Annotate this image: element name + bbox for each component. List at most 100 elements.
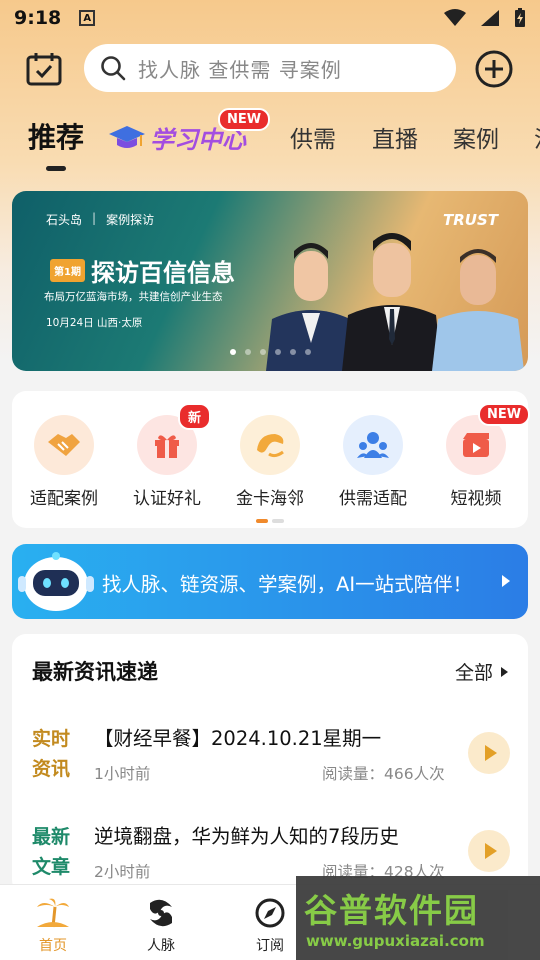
grid-item-short-video[interactable]: 短视频 NEW	[426, 403, 531, 509]
network-icon	[150, 899, 172, 927]
island-home-icon	[37, 898, 69, 928]
banner-dot-1[interactable]	[229, 349, 236, 355]
header-row: 找人脉 查供需 寻案例	[0, 44, 540, 94]
news-section: 最新资讯速递 全部 实时 资讯 【财经早餐】2024.10.21星期一 1小时前…	[12, 634, 528, 894]
banner-logo-left: 石头岛	[46, 213, 83, 227]
signal-icon	[481, 10, 499, 26]
play-icon	[485, 745, 497, 761]
grid-item-label: 短视频	[450, 489, 502, 509]
tab-live[interactable]: 直播	[372, 120, 418, 154]
ai-assistant-banner[interactable]: 找人脉、链资源、学案例，AI一站式陪伴！	[12, 544, 528, 619]
ai-banner-text: 找人脉、链资源、学案例，AI一站式陪伴！	[102, 573, 473, 596]
news-tag-line2: 资讯	[31, 758, 70, 780]
grid-item-gold-card[interactable]: 金卡海邻	[220, 415, 320, 509]
handshake-icon	[48, 434, 80, 456]
nav-network-label: 人脉	[147, 938, 175, 954]
nav-subscribe-label: 订阅	[256, 938, 284, 954]
news-tag-line1: 最新	[31, 826, 70, 848]
news-title: 逆境翻盘，华为鲜为人知的7段历史	[94, 825, 399, 848]
news-tag-line1: 实时	[31, 728, 70, 750]
banner-brand: TRUST	[443, 211, 498, 229]
active-tab-indicator	[46, 166, 66, 171]
category-tabs: 推荐 学习中心 NEW 供需 直播 案例 活	[0, 108, 540, 172]
grid-item-label: 供需适配	[339, 489, 407, 509]
banner-title: 探访百信信息	[90, 259, 235, 287]
banner-dot-4[interactable]	[274, 349, 281, 355]
people-icon	[357, 432, 389, 458]
banner-episode-tag: 第1期	[50, 259, 85, 282]
grid-item-new-badge: 新	[178, 403, 212, 430]
banner-logo-series: 案例探访	[106, 213, 155, 227]
grid-item-adapt-cases[interactable]: 适配案例	[14, 415, 114, 509]
graduation-cap-icon	[109, 125, 145, 148]
wifi-icon	[444, 9, 466, 26]
news-tag-line2: 文章	[31, 856, 70, 878]
nav-home-label: 首页	[39, 938, 67, 954]
quick-access-grid: 适配案例 认证好礼 新 金卡海邻 供需适配 短视频 NEW	[12, 391, 531, 528]
grid-item-label: 适配案例	[30, 489, 98, 509]
banner-date: 10月24日 山西·太原	[46, 317, 143, 329]
grid-item-cert-gift[interactable]: 认证好礼 新	[117, 403, 217, 509]
search-icon	[101, 56, 126, 81]
banner-title-row: 第1期 探访百信信息	[50, 253, 235, 288]
grid-item-2-circle	[240, 415, 300, 475]
promo-banner[interactable]: 石头岛 | 案例探访 TRUST 第1期 探访百信信息 布局万亿蓝海市场，共建信…	[12, 191, 528, 371]
compass-icon	[255, 898, 285, 928]
grid-pager	[256, 519, 284, 523]
grid-pager-dot-2	[272, 519, 284, 523]
grid-item-label: 金卡海邻	[236, 489, 304, 509]
dolphin-icon	[257, 434, 284, 458]
search-placeholder: 找人脉 查供需 寻案例	[138, 57, 342, 82]
banner-subtitle: 布局万亿蓝海市场，共建信创产业生态	[44, 291, 223, 303]
tab-overflow[interactable]: 活	[534, 120, 540, 154]
grid-item-0-circle	[34, 415, 94, 475]
news-time: 1小时前	[94, 765, 151, 783]
grid-item-supply-match[interactable]: 供需适配	[323, 415, 423, 509]
learning-new-badge: NEW	[218, 108, 271, 131]
ai-robot-icon	[18, 552, 94, 611]
status-time: 9:18	[14, 7, 62, 29]
grid-item-3-circle	[343, 415, 403, 475]
banner-dot-5[interactable]	[289, 349, 296, 355]
gift-icon	[155, 435, 179, 458]
tab-supply-demand[interactable]: 供需	[290, 120, 336, 154]
add-circle-icon[interactable]	[475, 50, 513, 88]
notification-icon: A	[79, 10, 96, 26]
tab-recommend[interactable]: 推荐	[28, 116, 84, 156]
banner-logo: 石头岛 | 案例探访	[46, 211, 155, 227]
watermark-title: 谷普软件园	[304, 891, 479, 930]
banner-dot-6[interactable]	[304, 349, 311, 355]
play-button[interactable]	[468, 732, 510, 774]
tab-cases[interactable]: 案例	[453, 120, 499, 154]
watermark-url: www.gupuxiazai.com	[306, 932, 485, 950]
grid-item-label: 认证好礼	[133, 489, 201, 509]
nav-home[interactable]: 首页	[18, 897, 88, 955]
nav-network[interactable]: 人脉	[126, 897, 196, 955]
grid-item-new-badge: NEW	[478, 403, 531, 426]
banner-dot-2[interactable]	[244, 349, 251, 355]
play-icon	[485, 843, 497, 859]
news-tag: 最新 文章	[28, 822, 74, 882]
news-all-label: 全部	[454, 662, 493, 684]
news-title: 【财经早餐】2024.10.21星期一	[94, 727, 382, 750]
site-watermark: 谷普软件园 www.gupuxiazai.com	[296, 876, 540, 960]
news-item[interactable]: 实时 资讯 【财经早餐】2024.10.21星期一 1小时前 阅读量：466人次	[12, 718, 528, 808]
nav-subscribe[interactable]: 订阅	[235, 897, 305, 955]
news-section-title: 最新资讯速递	[32, 660, 158, 684]
arrow-right-icon	[502, 575, 510, 587]
battery-icon	[515, 8, 525, 27]
news-read-count: 阅读量：466人次	[322, 765, 445, 783]
tab-learning-center[interactable]: 学习中心 NEW	[108, 108, 271, 155]
news-all-link[interactable]: 全部	[455, 658, 508, 685]
calendar-check-icon[interactable]	[26, 52, 62, 86]
search-input[interactable]: 找人脉 查供需 寻案例	[84, 44, 456, 92]
grid-pager-dot-1	[256, 519, 268, 523]
caret-right-icon	[501, 666, 508, 677]
banner-pagination	[12, 349, 528, 355]
video-clapper-icon	[463, 433, 489, 457]
play-button[interactable]	[468, 830, 510, 872]
status-bar: 9:18 A	[0, 0, 540, 36]
banner-dot-3[interactable]	[259, 349, 266, 355]
news-time: 2小时前	[94, 863, 151, 881]
news-tag: 实时 资讯	[28, 724, 74, 784]
